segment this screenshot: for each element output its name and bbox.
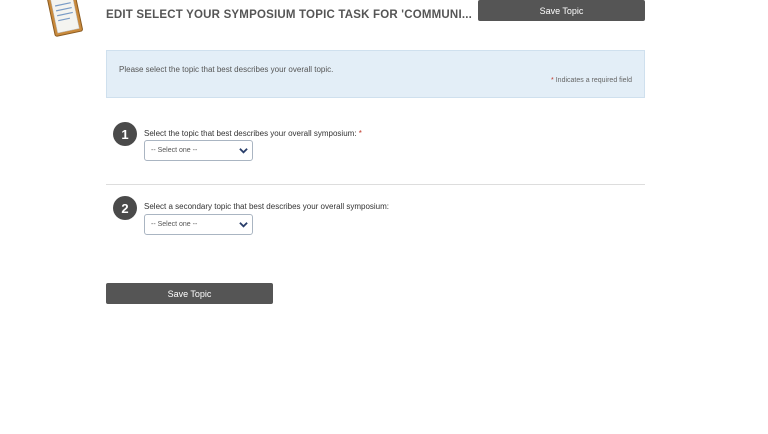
info-panel: Please select the topic that best descri…: [106, 50, 645, 98]
step-number-2: 2: [113, 196, 137, 220]
required-field-note: * Indicates a required field: [551, 77, 632, 84]
secondary-topic-select[interactable]: -- Select one --: [144, 214, 253, 235]
page-title: EDIT SELECT YOUR SYMPOSIUM TOPIC TASK FO…: [106, 9, 473, 21]
chevron-down-icon: [239, 148, 248, 154]
required-note-text: Indicates a required field: [553, 77, 632, 84]
question-1-label: Select the topic that best describes you…: [144, 129, 362, 138]
primary-topic-select-value: -- Select one --: [151, 147, 198, 154]
save-topic-button-top[interactable]: Save Topic: [478, 0, 645, 21]
instruction-text: Please select the topic that best descri…: [119, 65, 334, 74]
secondary-topic-select-value: -- Select one --: [151, 221, 198, 228]
save-topic-button-bottom[interactable]: Save Topic: [106, 283, 273, 304]
question-1-text: Select the topic that best describes you…: [144, 129, 357, 138]
primary-topic-select[interactable]: -- Select one --: [144, 140, 253, 161]
chevron-down-icon: [239, 222, 248, 228]
clipboard-icon: [44, 0, 88, 38]
step-number-1: 1: [113, 122, 137, 146]
question-2-label: Select a secondary topic that best descr…: [144, 202, 390, 211]
section-divider: [106, 184, 645, 185]
question-1-required-star: *: [358, 129, 362, 138]
